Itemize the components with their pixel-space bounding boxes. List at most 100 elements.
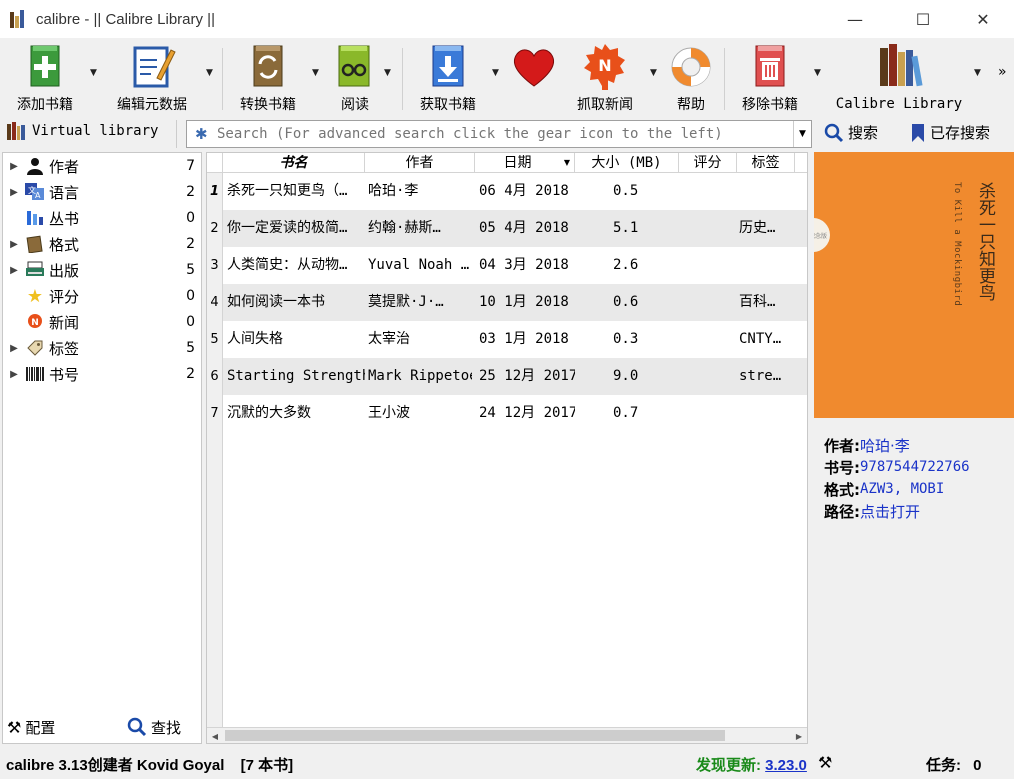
cell-tags[interactable] [739, 247, 795, 284]
cell-author[interactable]: 哈珀·李 [368, 173, 472, 210]
cell-date[interactable]: 04 3月 2018 [479, 247, 575, 284]
cell-title[interactable]: 你一定爱读的极简… [227, 210, 365, 247]
table-row[interactable]: 7 沉默的大多数 王小波 24 12月 2017 0.7 [207, 395, 807, 432]
tag-browser-item-formats[interactable]: ▶ 格式 2 [3, 231, 201, 257]
tag-browser-item-publishers[interactable]: ▶ 出版 5 [3, 257, 201, 283]
tag-browser-item-tags[interactable]: ▶ 标签 5 [3, 335, 201, 361]
cell-rating[interactable] [679, 358, 735, 395]
tag-browser-item-news[interactable]: N 新闻 0 [3, 309, 201, 335]
tag-browser-item-rating[interactable]: ★ 评分 0 [3, 283, 201, 309]
close-button[interactable]: ✕ [960, 0, 1006, 38]
search-history-dropdown-icon[interactable]: ▼ [793, 121, 811, 147]
help-button[interactable]: 帮助 [666, 42, 716, 114]
cell-date[interactable]: 25 12月 2017 [479, 358, 575, 395]
tag-browser-item-authors[interactable]: ▶ 作者 7 [3, 153, 201, 179]
expand-arrow-icon[interactable]: ▶ [3, 343, 25, 354]
cell-author[interactable]: 太宰治 [368, 321, 472, 358]
add-books-button[interactable]: 添加书籍 [10, 42, 80, 114]
tag-browser-item-series[interactable]: 丛书 0 [3, 205, 201, 231]
column-header-author[interactable]: 作者 [365, 153, 475, 173]
cell-date[interactable]: 03 1月 2018 [479, 321, 575, 358]
gear-icon[interactable]: ✱ [195, 125, 213, 143]
cell-title[interactable]: Starting Strength [227, 358, 365, 395]
cell-author[interactable]: 王小波 [368, 395, 472, 432]
scroll-left-icon[interactable]: ◀ [207, 728, 223, 743]
author-link[interactable]: 哈珀·李 [860, 435, 910, 456]
scroll-right-icon[interactable]: ▶ [791, 728, 807, 743]
isbn-link[interactable]: 9787544722766 [860, 459, 970, 475]
cell-date[interactable]: 24 12月 2017 [479, 395, 575, 432]
virtual-library-button[interactable]: Virtual library [6, 122, 158, 140]
cell-title[interactable]: 沉默的大多数 [227, 395, 365, 432]
search-input[interactable] [217, 126, 797, 142]
cell-author[interactable]: Mark Rippetoe [368, 358, 472, 395]
convert-books-button[interactable]: 转换书籍 [232, 42, 304, 114]
cell-title[interactable]: 杀死一只知更鸟（… [227, 173, 365, 210]
cell-author[interactable]: 莫提默·J·… [368, 284, 472, 321]
convert-dropdown-icon[interactable]: ▼ [312, 68, 319, 78]
cell-tags[interactable] [739, 173, 795, 210]
cell-rating[interactable] [679, 395, 735, 432]
jobs-indicator[interactable]: 任务: 0 [926, 754, 982, 775]
cell-author[interactable]: 约翰·赫斯… [368, 210, 472, 247]
cell-rating[interactable] [679, 284, 735, 321]
column-header-date[interactable]: 日期 ▼ [475, 153, 575, 173]
minimize-button[interactable]: — [832, 0, 878, 38]
cell-author[interactable]: Yuval Noah … [368, 247, 472, 284]
add-books-dropdown-icon[interactable]: ▼ [90, 68, 97, 78]
cell-title[interactable]: 如何阅读一本书 [227, 284, 365, 321]
cell-date[interactable]: 06 4月 2018 [479, 173, 575, 210]
formats-link[interactable]: AZW3, MOBI [860, 481, 944, 497]
cell-rating[interactable] [679, 173, 735, 210]
column-header-rating[interactable]: 评分 [679, 153, 737, 173]
tag-browser-item-languages[interactable]: ▶ 文A 语言 2 [3, 179, 201, 205]
toolbar-overflow-button[interactable]: » [998, 64, 1007, 80]
table-row[interactable]: 5 人间失格 太宰治 03 1月 2018 0.3 CNTY… [207, 321, 807, 358]
expand-arrow-icon[interactable]: ▶ [3, 265, 25, 276]
get-books-dropdown-icon[interactable]: ▼ [492, 68, 499, 78]
expand-arrow-icon[interactable]: ▶ [3, 369, 25, 380]
cell-title[interactable]: 人间失格 [227, 321, 365, 358]
get-books-button[interactable]: 获取书籍 [412, 42, 484, 114]
search-box[interactable]: ✱ ▼ [186, 120, 812, 148]
horizontal-scrollbar[interactable]: ◀ ▶ [207, 727, 807, 743]
cell-rating[interactable] [679, 210, 735, 247]
configure-button[interactable]: ⚒ 配置 [7, 713, 55, 741]
library-dropdown-icon[interactable]: ▼ [974, 68, 981, 78]
cell-tags[interactable]: CNTY… [739, 321, 795, 358]
table-row[interactable]: 3 人类简史：从动物… Yuval Noah … 04 3月 2018 2.6 [207, 247, 807, 284]
cell-rating[interactable] [679, 321, 735, 358]
table-row[interactable]: 2 你一定爱读的极简… 约翰·赫斯… 05 4月 2018 5.1 历史… [207, 210, 807, 247]
cell-size[interactable]: 0.7 [613, 395, 673, 432]
cell-tags[interactable]: 历史… [739, 210, 795, 247]
saved-searches-button[interactable]: 已存搜索 [910, 122, 990, 143]
table-row[interactable]: 1 杀死一只知更鸟（… 哈珀·李 06 4月 2018 0.5 [207, 173, 807, 210]
cell-size[interactable]: 5.1 [613, 210, 673, 247]
cell-size[interactable]: 0.3 [613, 321, 673, 358]
view-dropdown-icon[interactable]: ▼ [384, 68, 391, 78]
update-version-link[interactable]: 3.23.0 [765, 757, 807, 774]
cell-tags[interactable]: stre… [739, 358, 795, 395]
edit-metadata-dropdown-icon[interactable]: ▼ [206, 68, 213, 78]
path-link[interactable]: 点击打开 [860, 501, 920, 522]
fetch-news-dropdown-icon[interactable]: ▼ [650, 68, 657, 78]
table-row[interactable]: 4 如何阅读一本书 莫提默·J·… 10 1月 2018 0.6 百科… [207, 284, 807, 321]
cell-size[interactable]: 0.6 [613, 284, 673, 321]
edit-metadata-button[interactable]: 编辑元数据 [112, 42, 192, 114]
donate-button[interactable] [506, 42, 562, 92]
expand-arrow-icon[interactable]: ▶ [3, 187, 25, 198]
fetch-news-button[interactable]: N 抓取新闻 [570, 42, 640, 114]
cell-date[interactable]: 05 4月 2018 [479, 210, 575, 247]
cell-date[interactable]: 10 1月 2018 [479, 284, 575, 321]
cell-size[interactable]: 9.0 [613, 358, 673, 395]
find-button[interactable]: 查找 [127, 713, 181, 741]
remove-books-button[interactable]: 移除书籍 [734, 42, 806, 114]
column-header-title[interactable]: 书名 [223, 153, 365, 173]
search-button[interactable]: 搜索 [824, 122, 878, 143]
book-cover[interactable]: 纪念版 杀死一只知更鸟 To Kill a Mockingbird [814, 152, 1014, 418]
table-row[interactable]: 6 Starting Strength Mark Rippetoe 25 12月 20… [207, 358, 807, 395]
column-header-tags[interactable]: 标签 [737, 153, 795, 173]
library-button[interactable]: Calibre Library [834, 42, 964, 112]
cell-title[interactable]: 人类简史：从动物… [227, 247, 365, 284]
expand-arrow-icon[interactable]: ▶ [3, 239, 25, 250]
